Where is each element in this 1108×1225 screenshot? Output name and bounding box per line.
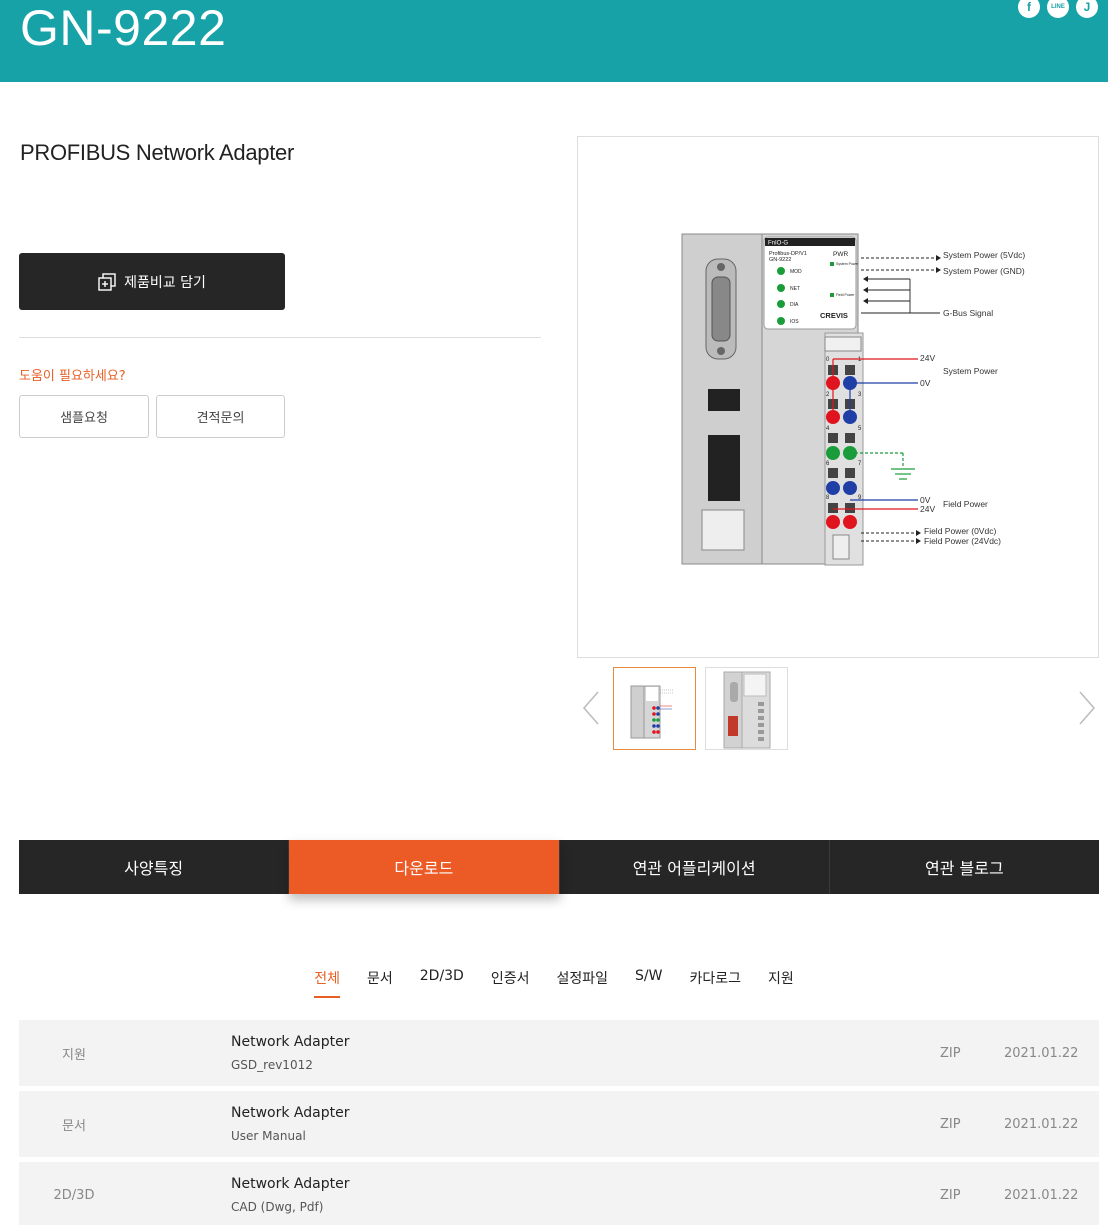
diagram-pwr: PWR <box>833 251 848 258</box>
diagram-model-line2: GN-9222 <box>769 257 791 263</box>
download-subtitle: GSD_rev1012 <box>231 1058 313 1072</box>
kakao-icon[interactable]: J <box>1076 0 1098 18</box>
filter-docs[interactable]: 문서 <box>367 968 393 998</box>
download-category: 지원 <box>62 1047 86 1063</box>
diagram-label-gbus: G-Bus Signal <box>943 308 993 318</box>
tab-applications[interactable]: 연관 어플리케이션 <box>560 840 830 894</box>
add-compare-label: 제품비교 담기 <box>124 274 206 291</box>
filter-cert[interactable]: 인증서 <box>491 968 530 998</box>
product-subtitle: PROFIBUS Network Adapter <box>20 140 295 165</box>
download-title[interactable]: Network Adapter <box>231 1034 349 1050</box>
download-row[interactable]: 문서 Network Adapter User Manual ZIP 2021.… <box>19 1091 1099 1157</box>
thumbnail-diagram-image <box>630 685 674 739</box>
diagram-label-system-power: System Power <box>943 366 998 376</box>
download-title[interactable]: Network Adapter <box>231 1105 349 1121</box>
download-date: 2021.01.22 <box>1004 1187 1079 1203</box>
tab-specs[interactable]: 사양특징 <box>19 840 290 894</box>
divider <box>19 337 541 338</box>
thumbnail-diagram[interactable] <box>613 667 696 750</box>
product-header: GN-9222 f LINE J <box>0 0 1108 82</box>
filter-config[interactable]: 설정파일 <box>556 968 608 998</box>
download-row[interactable]: 2D/3D Network Adapter CAD (Dwg, Pdf) ZIP… <box>19 1162 1099 1225</box>
product-title: GN-9222 <box>20 0 227 56</box>
sample-request-button[interactable]: 샘플요청 <box>19 395 149 438</box>
diagram-label-sys-gnd: System Power (GND) <box>943 266 1025 276</box>
download-subtitle: User Manual <box>231 1129 306 1143</box>
product-image-panel: FnIO-G Profibus-DP/V1 GN-9222 PWR System… <box>577 136 1099 658</box>
diagram-crevis: CREVIS <box>820 311 848 320</box>
filter-catalog[interactable]: 카다로그 <box>689 968 741 998</box>
diagram-label-sys-5v: System Power (5Vdc) <box>943 250 1025 260</box>
diagram-brand: FnIO-G <box>768 241 788 247</box>
diagram-led-mod: MOD <box>790 269 802 275</box>
download-format: ZIP <box>940 1045 961 1061</box>
diagram-label-fp-0v: Field Power (0Vdc) <box>924 526 996 536</box>
diagram-label-field-power: Field Power <box>943 499 988 509</box>
filter-2d3d[interactable]: 2D/3D <box>420 968 464 998</box>
download-row[interactable]: 지원 Network Adapter GSD_rev1012 ZIP 2021.… <box>19 1020 1099 1086</box>
download-category: 문서 <box>62 1118 86 1134</box>
filter-support[interactable]: 지원 <box>768 968 794 998</box>
diagram-field-power-small: Field Power <box>836 293 855 297</box>
help-heading: 도움이 필요하세요? <box>19 369 126 384</box>
prev-arrow-icon[interactable] <box>580 690 604 726</box>
download-format: ZIP <box>940 1187 961 1203</box>
quote-request-button[interactable]: 견적문의 <box>156 395 285 438</box>
diagram-label-0v: 0V <box>920 378 931 388</box>
diagram-led-dia: DIA <box>790 302 799 308</box>
download-date: 2021.01.22 <box>1004 1116 1079 1132</box>
diagram-label-24v-b: 24V <box>920 504 935 514</box>
diagram-label-24v: 24V <box>920 353 935 363</box>
download-format: ZIP <box>940 1116 961 1132</box>
compare-icon <box>98 272 116 291</box>
tab-blog[interactable]: 연관 블로그 <box>830 840 1099 894</box>
diagram-label-fp-24v: Field Power (24Vdc) <box>924 536 1001 546</box>
download-category: 2D/3D <box>53 1187 95 1203</box>
add-compare-button[interactable]: 제품비교 담기 <box>19 253 285 310</box>
filter-sw[interactable]: S/W <box>635 968 662 998</box>
line-icon[interactable]: LINE <box>1047 0 1069 18</box>
tab-downloads[interactable]: 다운로드 <box>289 840 560 894</box>
download-filters: 전체 문서 2D/3D 인증서 설정파일 S/W 카다로그 지원 <box>0 968 1108 998</box>
filter-all[interactable]: 전체 <box>314 968 340 998</box>
diagram-system-power-small: System Power <box>836 262 859 266</box>
diagram-led-net: NET <box>790 286 800 292</box>
facebook-icon[interactable]: f <box>1018 0 1040 18</box>
download-date: 2021.01.22 <box>1004 1045 1079 1061</box>
share-buttons: f LINE J <box>1018 0 1098 18</box>
next-arrow-icon[interactable] <box>1074 690 1098 726</box>
download-subtitle: CAD (Dwg, Pdf) <box>231 1200 324 1214</box>
section-tabs: 사양특징 다운로드 연관 어플리케이션 연관 블로그 <box>19 840 1099 894</box>
thumbnail-photo-image <box>723 671 771 749</box>
diagram-led-ios: IOS <box>790 319 799 325</box>
thumbnail-photo[interactable] <box>705 667 788 750</box>
wiring-diagram: FnIO-G Profibus-DP/V1 GN-9222 PWR System… <box>681 233 1025 566</box>
download-title[interactable]: Network Adapter <box>231 1176 349 1192</box>
